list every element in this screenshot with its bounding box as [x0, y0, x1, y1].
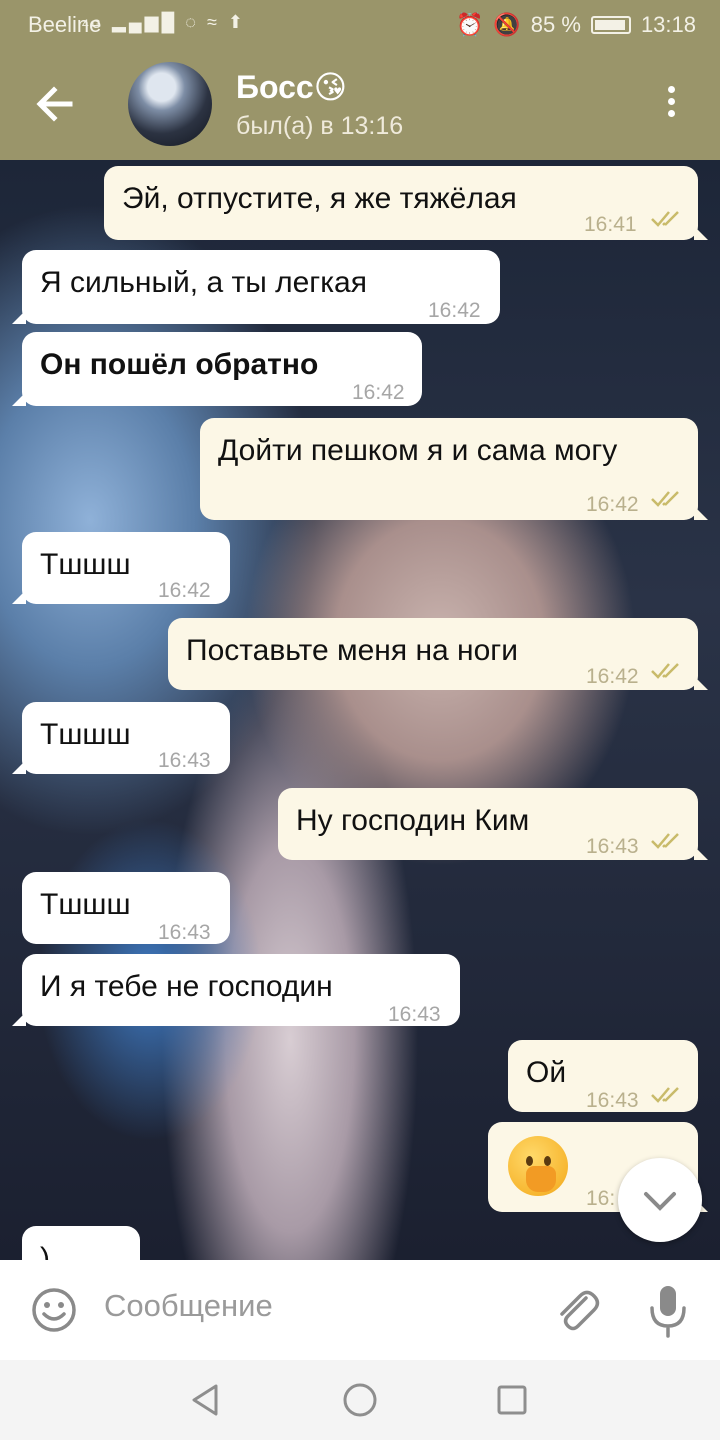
double-check-icon: [651, 663, 679, 679]
chevron-down-icon: [644, 1192, 676, 1211]
status-bar: Beeline 4G ▂▄▆█ ◌ ≈ ⬆ ⏰ 🔕 85 % 13:18: [0, 0, 720, 48]
system-nav-bar: [0, 1360, 720, 1440]
message-text: Ой: [526, 1056, 567, 1089]
alarm-icon: ⏰: [455, 12, 484, 37]
attach-button[interactable]: [552, 1284, 600, 1336]
dot: [667, 86, 675, 93]
dot: [667, 98, 675, 105]
bubble-tail: [694, 226, 708, 240]
message-text: И я тебе не господин: [40, 970, 333, 1003]
mute-icon: 🔕: [493, 12, 521, 37]
back-button[interactable]: [30, 78, 82, 130]
message-time: 16:41: [584, 213, 637, 236]
message-text: Ну господин Ким: [296, 804, 530, 837]
paperclip-icon: [560, 1290, 600, 1331]
message-time: 16:: [586, 1187, 616, 1210]
message-outgoing[interactable]: Ну господин Ким 16:43: [278, 788, 708, 860]
eye: [544, 1156, 551, 1166]
signal-icons: 4G ▂▄▆█ ◌ ≈ ⬆: [82, 12, 246, 33]
square-recent-icon: [497, 1385, 527, 1415]
nav-home-button[interactable]: [342, 1382, 378, 1418]
bubble-tail: [12, 1012, 26, 1026]
emoji-button[interactable]: [30, 1286, 78, 1334]
message-outgoing[interactable]: Ой 16:43: [508, 1040, 698, 1112]
wifi-icon: ≈: [206, 12, 220, 32]
bubble-tail: [12, 310, 26, 324]
message-incoming[interactable]: Я сильный, а ты легкая 16:42: [12, 250, 500, 324]
chat-title[interactable]: Босс😘: [236, 68, 347, 106]
bubble-tail: [12, 392, 26, 406]
eye: [526, 1156, 533, 1166]
triangle-back-icon: [192, 1384, 218, 1416]
message-incoming[interactable]: Тшшш 16:43: [22, 872, 230, 944]
message-time: 16:42: [586, 665, 639, 688]
message-text: Поставьте меня на ноги: [186, 634, 518, 667]
bubble-tail: [12, 760, 26, 774]
arrow-left-icon: [36, 86, 73, 122]
message-text: Тшшш: [40, 718, 131, 751]
upload-icon: ⬆: [227, 12, 246, 32]
message-time: 16:42: [586, 493, 639, 516]
double-check-icon: [651, 491, 679, 507]
chat-area[interactable]: Эй, отпустите, я же тяжёлая 16:41 Я силь…: [0, 160, 720, 1260]
message-time: 16:43: [586, 1089, 639, 1112]
message-outgoing[interactable]: Дойти пешком я и сама могу 16:42: [200, 418, 708, 520]
message-time: 16:43: [158, 749, 211, 772]
message-text: Тшшш: [40, 888, 131, 921]
more-menu-button[interactable]: [656, 86, 686, 126]
microphone-icon: [650, 1286, 686, 1338]
message-text: Дойти пешком я и сама могу: [218, 434, 618, 467]
avatar[interactable]: [128, 62, 212, 146]
bubble-tail: [694, 676, 708, 690]
network-type: 4G: [82, 17, 105, 31]
clock: 13:18: [640, 12, 696, 37]
message-time: 16:43: [586, 835, 639, 858]
dot: [667, 110, 675, 117]
whatsapp-icon: ◌: [185, 12, 199, 32]
battery-icon: [590, 16, 631, 34]
bubble-tail: [694, 506, 708, 520]
message-incoming[interactable]: Тшшш 16:43: [12, 702, 230, 774]
message-time: 16:42: [158, 579, 211, 602]
message-text: Я сильный, а ты легкая: [40, 266, 367, 299]
message-incoming[interactable]: ): [22, 1226, 140, 1260]
chat-header: Босс😘 был(а) в 13:16: [0, 48, 720, 160]
bubble-tail: [694, 846, 708, 860]
message-time: 16:43: [158, 921, 211, 944]
message-outgoing[interactable]: Эй, отпустите, я же тяжёлая 16:41: [104, 166, 708, 240]
message-time: 16:43: [388, 1003, 441, 1026]
circle-home-icon: [343, 1383, 377, 1417]
double-check-icon: [651, 211, 679, 227]
nav-back-button[interactable]: [188, 1382, 224, 1418]
nav-recent-apps-button[interactable]: [496, 1384, 528, 1416]
message-incoming[interactable]: И я тебе не господин 16:43: [12, 954, 460, 1026]
battery-percent: 85 %: [530, 12, 581, 37]
smile-icon: [32, 1288, 76, 1332]
message-input[interactable]: Сообщение: [104, 1288, 273, 1324]
message-text: ): [40, 1242, 50, 1260]
message-incoming[interactable]: Он пошёл обратно 16:42: [12, 332, 422, 406]
message-input-bar: Сообщение: [0, 1260, 720, 1360]
message-text: Тшшш: [40, 548, 131, 581]
signal-icon: ▂▄▆█: [112, 12, 178, 32]
message-incoming[interactable]: Тшшш 16:42: [12, 532, 230, 604]
face-with-hand-over-mouth-icon: [508, 1136, 568, 1196]
double-check-icon: [651, 1087, 679, 1103]
hand: [526, 1166, 556, 1192]
scroll-down-button[interactable]: [618, 1158, 702, 1242]
message-text: Он пошёл обратно: [40, 348, 319, 381]
last-seen-status: был(а) в 13:16: [236, 112, 404, 140]
message-text: Эй, отпустите, я же тяжёлая: [122, 182, 517, 215]
microphone-button[interactable]: [648, 1282, 688, 1340]
message-time: 16:42: [428, 299, 481, 322]
message-time: 16:42: [352, 381, 405, 404]
double-check-icon: [651, 833, 679, 849]
bubble-tail: [12, 590, 26, 604]
message-outgoing[interactable]: Поставьте меня на ноги 16:42: [168, 618, 708, 690]
